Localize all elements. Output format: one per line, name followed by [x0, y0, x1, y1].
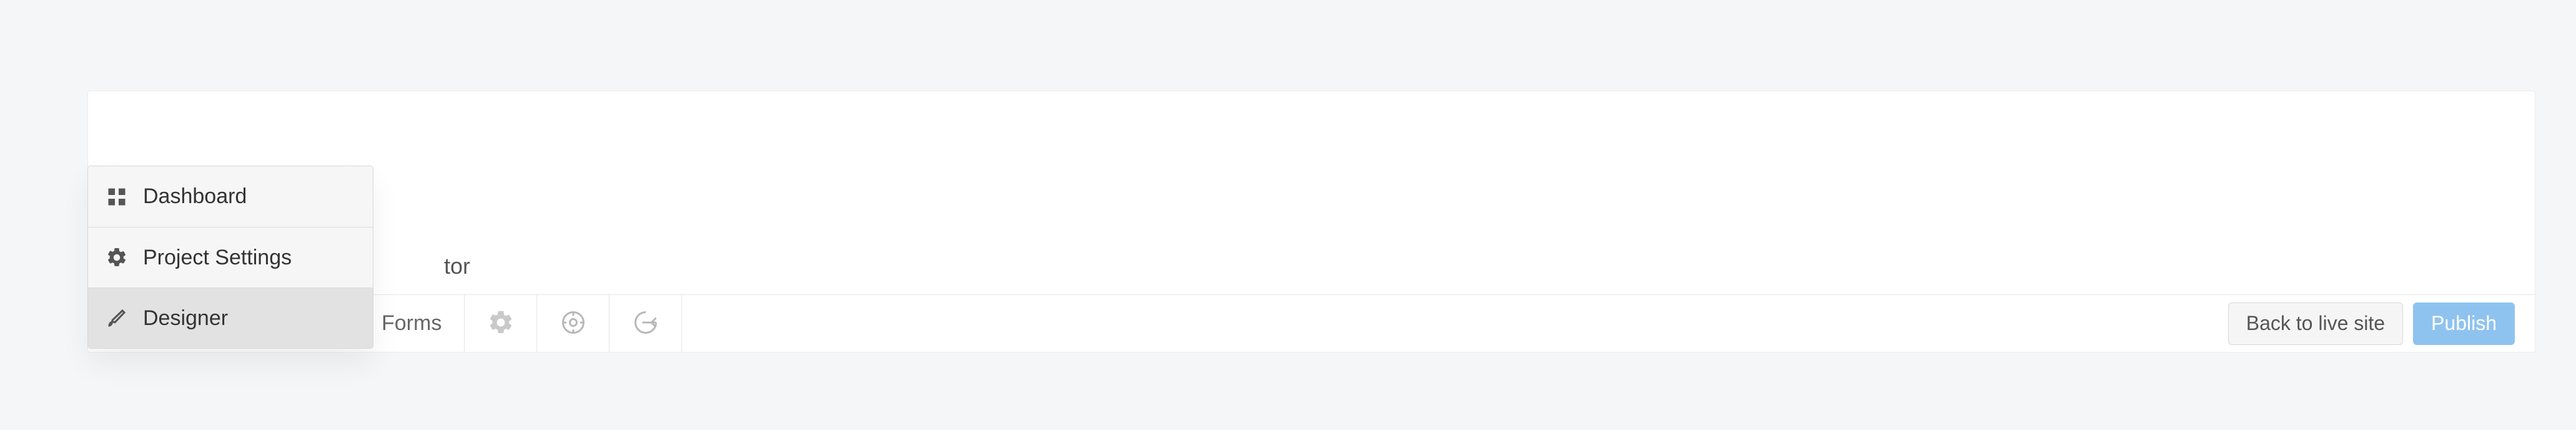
dashboard-icon — [106, 186, 128, 208]
tab-forms-label: Forms — [382, 311, 442, 336]
publish-button[interactable]: Publish — [2413, 302, 2515, 345]
publish-label: Publish — [2431, 312, 2497, 335]
tab-logout[interactable] — [609, 295, 682, 352]
dropdown-item-label: Project Settings — [143, 246, 292, 270]
dropdown-item-label: Designer — [143, 306, 228, 331]
brush-icon — [106, 307, 128, 329]
project-menu-dropdown: Dashboard Project Settings Designer — [87, 166, 373, 349]
dropdown-item-project-settings[interactable]: Project Settings — [88, 227, 373, 288]
tab-help[interactable] — [537, 295, 609, 352]
dropdown-item-designer[interactable]: Designer — [88, 288, 373, 348]
editor-panel: tor Forms — [87, 91, 2535, 352]
dropdown-item-label: Dashboard — [143, 184, 247, 209]
help-circle-icon — [560, 309, 587, 338]
back-to-live-site-label: Back to live site — [2246, 312, 2385, 335]
tab-settings[interactable] — [465, 295, 537, 352]
toolbar-spacer — [682, 295, 2228, 352]
gear-icon — [487, 309, 515, 338]
back-to-live-site-button[interactable]: Back to live site — [2228, 302, 2403, 345]
editor-toolbar: Forms Back to live site — [88, 294, 2535, 352]
settings-icon — [106, 246, 128, 269]
dropdown-item-dashboard[interactable]: Dashboard — [88, 166, 373, 227]
editor-header-area: tor — [88, 91, 2535, 294]
logout-icon — [632, 309, 659, 338]
header-text-fragment: tor — [444, 253, 470, 279]
toolbar-right: Back to live site Publish — [2228, 295, 2535, 352]
